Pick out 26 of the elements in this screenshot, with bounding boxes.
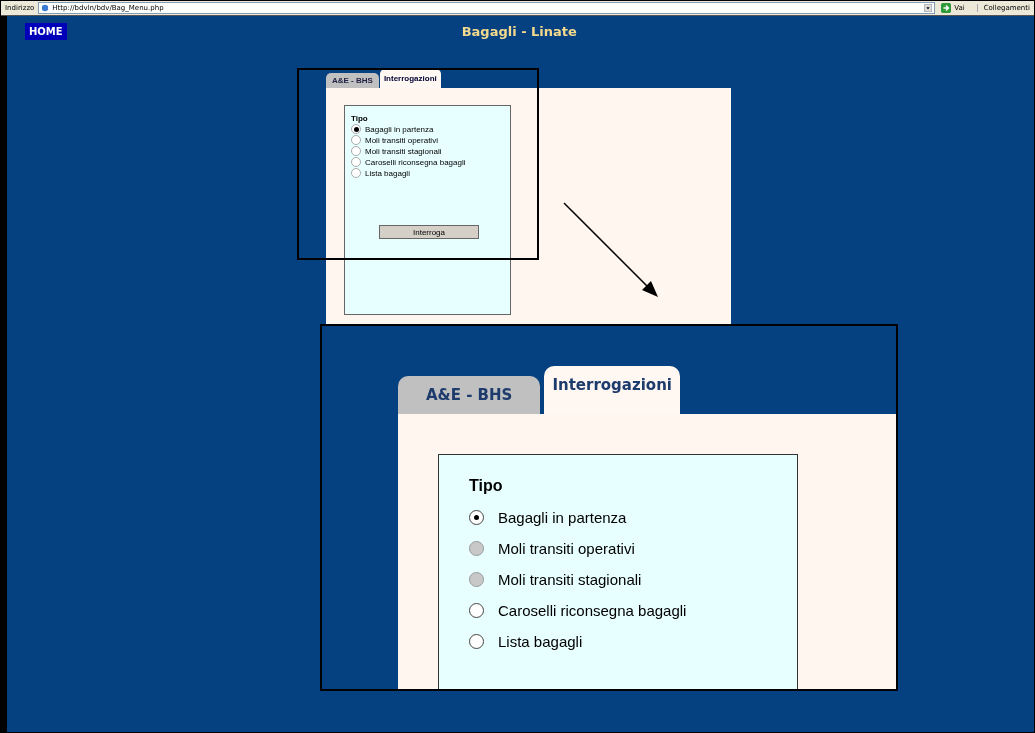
form-legend: Tipo [469,477,797,495]
page-title: Bagagli - Linate [461,24,577,39]
radio-option[interactable]: Bagagli in partenza [469,509,797,526]
radio-button[interactable] [469,634,484,649]
query-button[interactable]: Interroga [379,225,479,239]
radio-button[interactable] [469,510,484,525]
radio-button[interactable] [351,168,361,178]
radio-option[interactable]: Moli transiti operativi [351,135,510,145]
radio-option[interactable]: Lista bagagli [351,168,510,178]
radio-button[interactable] [351,135,361,145]
radio-option[interactable]: Caroselli riconsegna bagagli [351,157,510,167]
tab[interactable]: Interrogazioni [544,366,680,414]
radio-option[interactable]: Bagagli in partenza [351,124,510,134]
radio-option[interactable]: Moli transiti stagionali [351,146,510,156]
home-button[interactable]: HOME [25,23,67,40]
radio-button[interactable] [351,157,361,167]
dropdown-icon[interactable] [924,4,933,12]
radio-button[interactable] [351,146,361,156]
tab[interactable]: A&E - BHS [398,376,541,414]
radio-button[interactable] [351,124,361,134]
form-legend: Tipo [351,114,510,123]
tab[interactable]: A&E - BHS [326,73,379,88]
radio-option[interactable]: Lista bagagli [469,633,797,650]
radio-option[interactable]: Caroselli riconsegna bagagli [469,602,797,619]
radio-button[interactable] [469,603,484,618]
arrow-icon [941,3,952,13]
